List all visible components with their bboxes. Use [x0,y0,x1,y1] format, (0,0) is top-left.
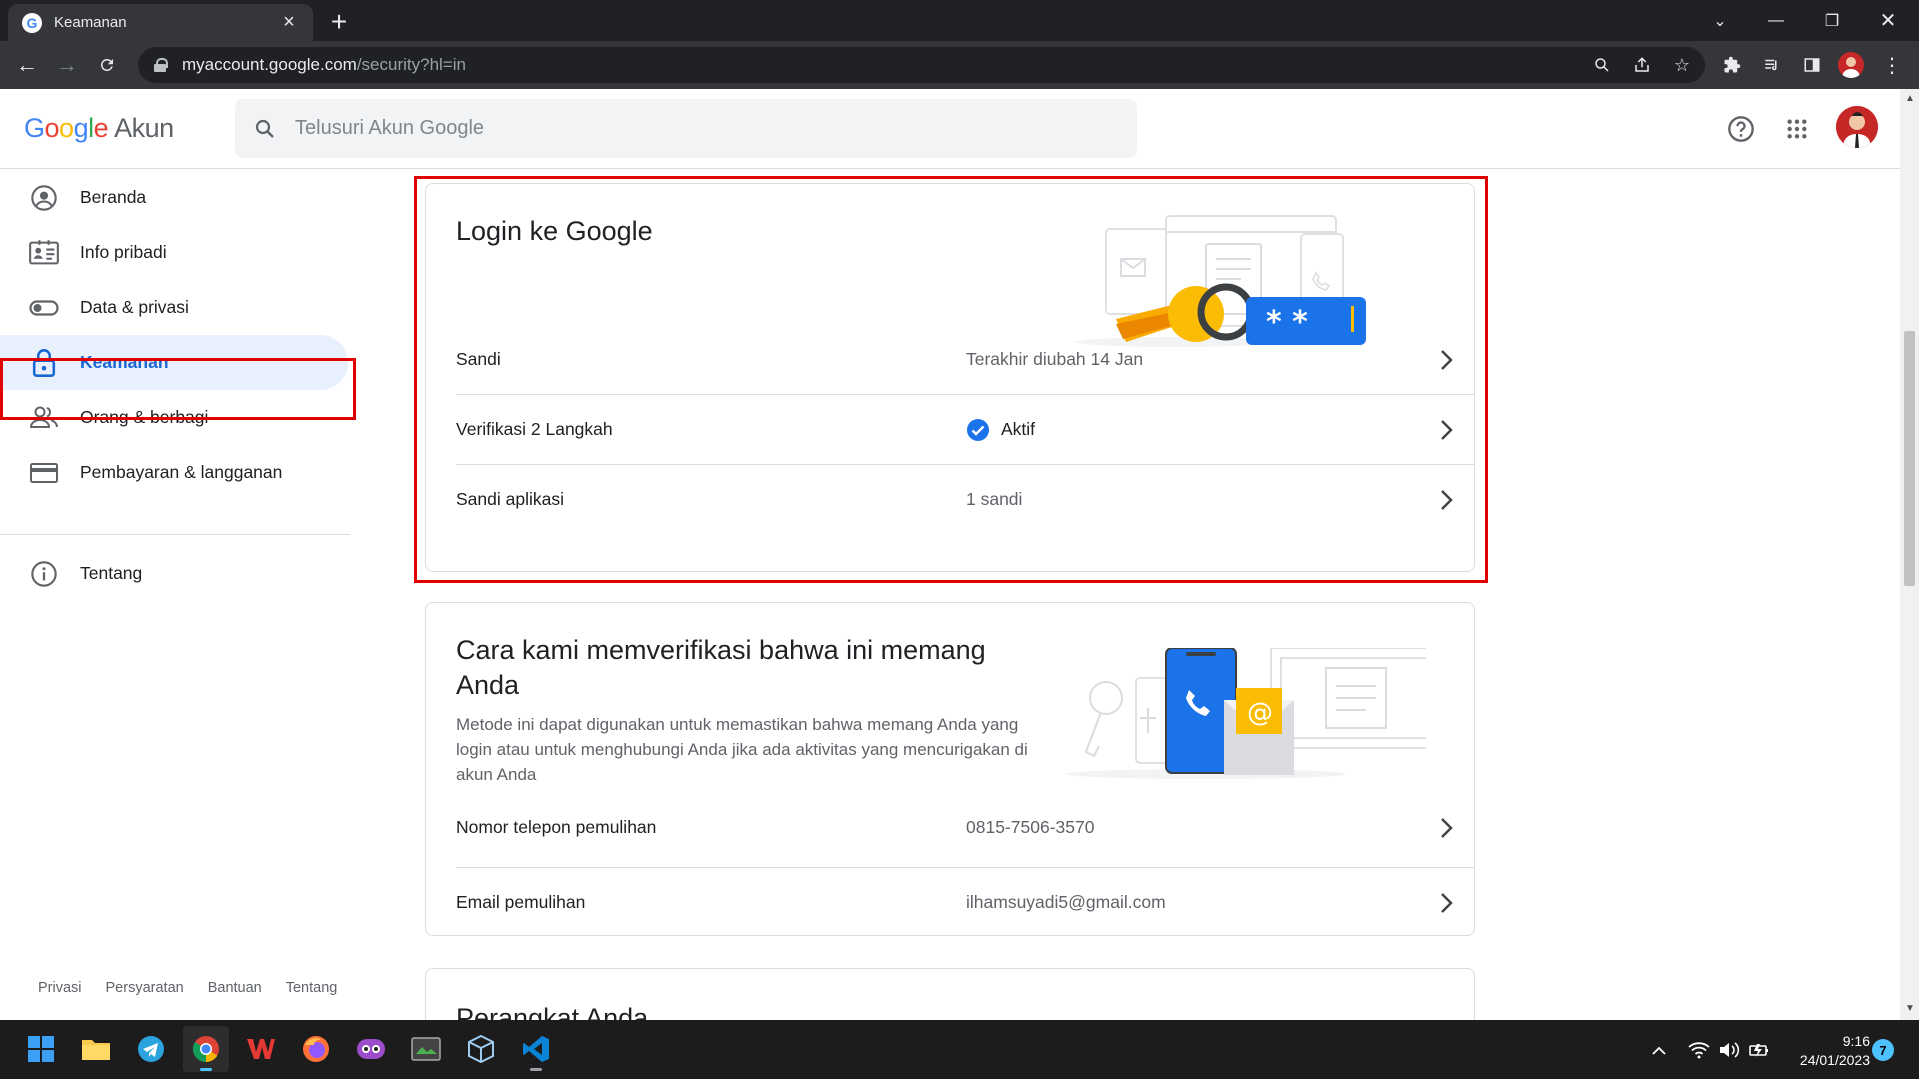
scrollbar-thumb[interactable] [1904,331,1915,586]
wifi-icon[interactable] [1688,1020,1710,1079]
sidebar-item-tentang[interactable]: Tentang [0,546,348,601]
share-icon[interactable] [1626,49,1658,81]
chrome-taskbar-icon[interactable] [183,1026,229,1072]
sidebar-item-beranda[interactable]: Beranda [0,170,348,225]
sidebar-item-label: Beranda [80,187,147,207]
windows-taskbar: 9:16 24/01/2023 7 [0,1020,1919,1079]
windows-start-icon[interactable] [18,1026,64,1072]
url-path: /security?hl=in [356,55,466,74]
file-explorer-icon[interactable] [73,1026,119,1072]
firefox-icon[interactable] [293,1026,339,1072]
sidebar-item-label: Tentang [80,563,143,583]
row-value: 0815-7506-3570 [966,817,1095,837]
apps-grid-icon[interactable] [1775,107,1819,151]
back-button[interactable]: ← [11,49,43,81]
sidebar-divider [0,534,350,535]
snipping-tool-icon[interactable] [403,1026,449,1072]
credit-card-icon [28,457,60,489]
footer-link-privasi[interactable]: Privasi [38,980,82,996]
telegram-icon[interactable] [128,1026,174,1072]
logo-suffix: Akun [114,113,174,143]
recovery-email-row[interactable]: Email pemulihan ilhamsuyadi5@gmail.com [456,868,1474,935]
system-clock[interactable]: 9:16 24/01/2023 [1790,1032,1870,1070]
browser-toolbar: ← → myaccount.google.com/security?hl=in … [0,41,1919,89]
scroll-down-icon[interactable]: ▼ [1905,1003,1915,1014]
sidebar-footer: Privasi Persyaratan Bantuan Tentang [38,980,361,996]
row-value: ilhamsuyadi5@gmail.com [966,892,1166,912]
virtualbox-icon[interactable] [458,1026,504,1072]
restore-button[interactable]: ❐ [1804,0,1860,41]
search-input[interactable]: Telusuri Akun Google [295,117,484,140]
wps-office-icon[interactable] [238,1026,284,1072]
highlight-box-card [414,176,1488,583]
footer-link-bantuan[interactable]: Bantuan [208,980,262,996]
svg-text:@: @ [1247,698,1273,728]
chevron-right-icon [1416,817,1474,839]
notification-badge[interactable]: 7 [1872,1039,1894,1061]
app-mask-icon[interactable] [348,1026,394,1072]
footer-link-tentang[interactable]: Tentang [286,980,338,996]
google-favicon-icon: G [22,12,42,33]
close-window-button[interactable]: ✕ [1860,0,1916,41]
search-icon[interactable] [235,117,295,141]
browser-tab-bar: G Keamanan × + ⌄ — ❐ ✕ [0,0,1919,41]
zoom-search-icon[interactable] [1586,49,1618,81]
row-label: Nomor telepon pemulihan [456,817,657,837]
google-logo: Google [24,113,109,143]
media-queue-icon[interactable] [1756,49,1788,81]
verification-illustration: @ [1066,648,1426,779]
account-header: Google Akun Telusuri Akun Google [0,89,1900,169]
side-panel-icon[interactable] [1796,49,1828,81]
page-scrollbar[interactable]: ▲ ▼ [1900,89,1919,1020]
card-title: Cara kami memverifikasi bahwa ini memang… [456,635,986,700]
sidebar-nav: Beranda Info pribadi Data & privasi Keam… [0,170,352,1020]
clock-time: 9:16 [1842,1033,1870,1049]
reload-button[interactable] [91,49,123,81]
tab-search-icon[interactable]: ⌄ [1692,0,1748,41]
toggle-icon [28,292,60,324]
card-description: Metode ini dapat digunakan untuk memasti… [456,715,1028,784]
sidebar-item-info-pribadi[interactable]: Info pribadi [0,225,348,280]
google-account-logo[interactable]: Google Akun [24,113,174,144]
sidebar-item-label: Data & privasi [80,297,189,317]
scroll-up-icon[interactable]: ▲ [1905,93,1915,104]
sidebar-item-pembayaran[interactable]: Pembayaran & langganan [0,445,348,500]
sidebar-item-data-privasi[interactable]: Data & privasi [0,280,348,335]
sidebar-item-label: Pembayaran & langganan [80,462,283,482]
forward-button[interactable]: → [51,49,83,81]
battery-icon[interactable] [1748,1020,1772,1079]
clock-date: 24/01/2023 [1799,1052,1870,1068]
id-card-icon [28,237,60,269]
tray-overflow-icon[interactable] [1651,1020,1667,1079]
footer-link-persyaratan[interactable]: Persyaratan [106,980,184,996]
recovery-phone-row[interactable]: Nomor telepon pemulihan 0815-7506-3570 [456,793,1474,862]
new-tab-button[interactable]: + [324,6,354,38]
verification-methods-card: Cara kami memverifikasi bahwa ini memang… [425,602,1475,936]
chevron-right-icon [1416,892,1474,914]
address-bar[interactable]: myaccount.google.com/security?hl=in [138,47,1705,83]
lock-icon[interactable] [154,58,168,72]
bookmark-star-icon[interactable]: ☆ [1666,49,1698,81]
minimize-button[interactable]: — [1748,0,1804,41]
tab-close-icon[interactable]: × [279,11,299,34]
account-circle-icon [28,182,60,214]
browser-tab[interactable]: G Keamanan × [8,4,313,41]
account-avatar[interactable] [1836,106,1878,148]
vscode-icon[interactable] [513,1026,559,1072]
account-search[interactable]: Telusuri Akun Google [235,99,1137,158]
volume-icon[interactable] [1718,1020,1740,1079]
sidebar-item-label: Info pribadi [80,242,167,262]
extensions-icon[interactable] [1716,49,1748,81]
help-icon[interactable] [1719,107,1763,151]
chrome-menu-icon[interactable]: ⋮ [1876,49,1908,81]
profile-avatar-icon[interactable] [1838,52,1864,78]
tab-title: Keamanan [54,14,127,31]
info-icon [28,558,60,590]
highlight-box-nav [0,358,356,420]
row-label: Email pemulihan [456,892,586,912]
url-host: myaccount.google.com [182,55,357,74]
